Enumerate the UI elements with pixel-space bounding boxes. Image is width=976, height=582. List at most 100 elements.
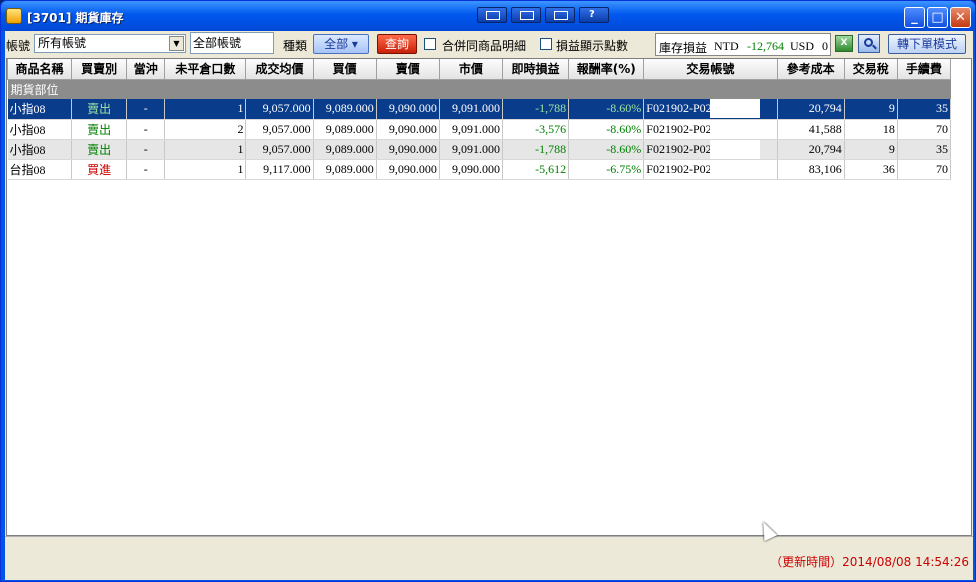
close-button[interactable]: ✕ — [950, 7, 971, 28]
cell-daytrade: - — [126, 99, 166, 120]
cell-ret: -8.60% — [568, 139, 645, 160]
cell-pl: -1,788 — [502, 139, 570, 160]
inventory-pl-box: 庫存損益 NTD -12,764 USD 0 — [655, 33, 831, 56]
cell-ask: 9,090.000 — [376, 159, 440, 180]
cell-ret: -8.60% — [568, 99, 645, 120]
cell-acct: F021902-P02 — [643, 119, 778, 140]
cell-fee: 35 — [897, 99, 952, 120]
title-bar[interactable]: [3701] 期貨庫存 ? _ □ ✕ — [1, 1, 975, 31]
table-row[interactable]: 小指08 賣出 -2 9,057.000 9,089.000 9,090.000 9,091… — [7, 119, 952, 140]
table-row[interactable]: 小指08 賣出 -1 9,057.000 9,089.000 9,090.000 9,091… — [7, 99, 952, 120]
cell-side: 買進 — [71, 159, 128, 180]
excel-icon[interactable]: X — [835, 35, 853, 52]
account-text-field[interactable]: 全部帳號 — [190, 32, 274, 54]
cell-bid: 9,089.000 — [313, 119, 377, 140]
points-label: 損益顯示點數 — [556, 39, 629, 53]
cell-acct-text: F021902-P02 — [646, 141, 712, 156]
maximize-button[interactable]: □ — [927, 7, 948, 28]
pl-label: 庫存損益 — [659, 41, 708, 55]
dock-icon[interactable] — [545, 7, 575, 23]
cell-pl: -1,788 — [502, 99, 570, 120]
cell-daytrade: - — [126, 139, 166, 160]
cell-side: 賣出 — [71, 139, 128, 160]
group-label: 期貨部位 — [7, 79, 951, 99]
cell-qty: 1 — [164, 99, 247, 120]
merge-label: 合併同商品明細 — [442, 39, 527, 53]
cell-qty: 1 — [164, 139, 247, 160]
app-window: [3701] 期貨庫存 ? _ □ ✕ 帳號 所有帳號 ▼ 全部帳號 種類 全部… — [0, 0, 976, 582]
column-header[interactable]: 手續費 — [896, 59, 952, 80]
column-header[interactable]: 買賣別 — [71, 59, 128, 80]
query-button[interactable]: 查詢 — [377, 34, 417, 54]
cell-mkt: 9,090.000 — [439, 159, 504, 180]
cell-cost: 83,106 — [777, 159, 845, 180]
cell-ret: -6.75% — [568, 159, 645, 180]
column-header[interactable]: 報酬率(%) — [568, 59, 645, 80]
cell-acct-text: F021902-P02 — [646, 101, 712, 116]
cell-qty: 2 — [164, 119, 247, 140]
cell-cost: 20,794 — [777, 99, 845, 120]
toolbar: 帳號 所有帳號 ▼ 全部帳號 種類 全部 ▾ 查詢 合併同商品明細 損益顯示點數… — [5, 31, 973, 57]
cell-side: 賣出 — [71, 99, 128, 120]
table-row[interactable]: 台指08 買進 -1 9,117.000 9,089.000 9,090.000 9,090… — [7, 159, 952, 180]
cell-acct: F021902-P02 — [643, 159, 778, 180]
cell-qty: 1 — [164, 159, 247, 180]
cell-acct: F021902-P02 — [643, 139, 778, 160]
cell-bid: 9,089.000 — [313, 159, 377, 180]
cell-pl: -5,612 — [502, 159, 570, 180]
column-header[interactable]: 當沖 — [126, 59, 166, 80]
cell-mkt: 9,091.000 — [439, 99, 504, 120]
group-row: 期貨部位 — [7, 79, 951, 99]
cell-daytrade: - — [126, 119, 166, 140]
type-filter-button[interactable]: 全部 ▾ — [313, 34, 369, 54]
column-header[interactable]: 成交均價 — [245, 59, 314, 80]
cell-ask: 9,090.000 — [376, 99, 440, 120]
help-icon[interactable]: ? — [579, 7, 609, 23]
column-header[interactable]: 交易稅 — [843, 59, 898, 80]
cell-avg: 9,057.000 — [245, 119, 314, 140]
minimize-button[interactable]: _ — [904, 7, 925, 28]
cell-tax: 9 — [844, 99, 898, 120]
account-label: 帳號 — [6, 39, 31, 53]
column-header[interactable]: 即時損益 — [501, 59, 570, 80]
chevron-down-icon[interactable]: ▼ — [169, 36, 184, 51]
table-row[interactable]: 小指08 賣出 -1 9,057.000 9,089.000 9,090.000 9,091… — [7, 139, 952, 160]
cell-side: 賣出 — [71, 119, 128, 140]
cell-name: 小指08 — [7, 119, 73, 140]
column-header[interactable]: 市價 — [438, 59, 504, 80]
cell-fee: 70 — [897, 159, 952, 180]
cell-acct-text: F021902-P02 — [646, 161, 712, 176]
cell-tax: 36 — [844, 159, 898, 180]
column-header[interactable]: 交易帳號 — [643, 59, 778, 80]
account-select-value: 所有帳號 — [38, 36, 87, 50]
redaction-mask — [710, 159, 761, 178]
cell-name: 小指08 — [7, 99, 73, 120]
redaction-mask — [710, 139, 761, 158]
order-mode-button[interactable]: 轉下單模式 — [888, 34, 966, 54]
cell-pl: -3,576 — [502, 119, 570, 140]
merge-checkbox[interactable] — [424, 38, 436, 50]
search-icon[interactable] — [858, 34, 880, 53]
cell-avg: 9,057.000 — [245, 99, 314, 120]
cell-mkt: 9,091.000 — [439, 139, 504, 160]
cell-ask: 9,090.000 — [376, 119, 440, 140]
column-header[interactable]: 買價 — [312, 59, 377, 80]
cell-daytrade: - — [126, 159, 166, 180]
column-header[interactable]: 商品名稱 — [7, 59, 73, 80]
column-header[interactable]: 賣價 — [375, 59, 440, 80]
column-header[interactable]: 參考成本 — [776, 59, 845, 80]
cell-name: 台指08 — [7, 159, 73, 180]
layout-icon[interactable] — [477, 7, 507, 23]
window-icon[interactable] — [511, 7, 541, 23]
type-label: 種類 — [283, 39, 308, 53]
account-select[interactable]: 所有帳號 ▼ — [34, 34, 186, 53]
cell-ret: -8.60% — [568, 119, 645, 140]
cell-cost: 20,794 — [777, 139, 845, 160]
column-header[interactable]: 未平倉口數 — [164, 59, 247, 80]
redaction-mask — [710, 99, 761, 118]
positions-grid[interactable]: 商品名稱 買賣別 當沖 未平倉口數 成交均價 買價 賣價 市價 即時損益 報酬率(%) 交易帳號 參考… — [6, 58, 972, 536]
pl-ntd-label: NTD — [714, 39, 739, 53]
positions-table: 商品名稱 買賣別 當沖 未平倉口數 成交均價 買價 賣價 市價 即時損益 報酬率(%) 交易帳號 參考… — [7, 59, 952, 180]
type-filter-label: 全部 — [324, 37, 349, 51]
points-checkbox[interactable] — [540, 38, 552, 50]
